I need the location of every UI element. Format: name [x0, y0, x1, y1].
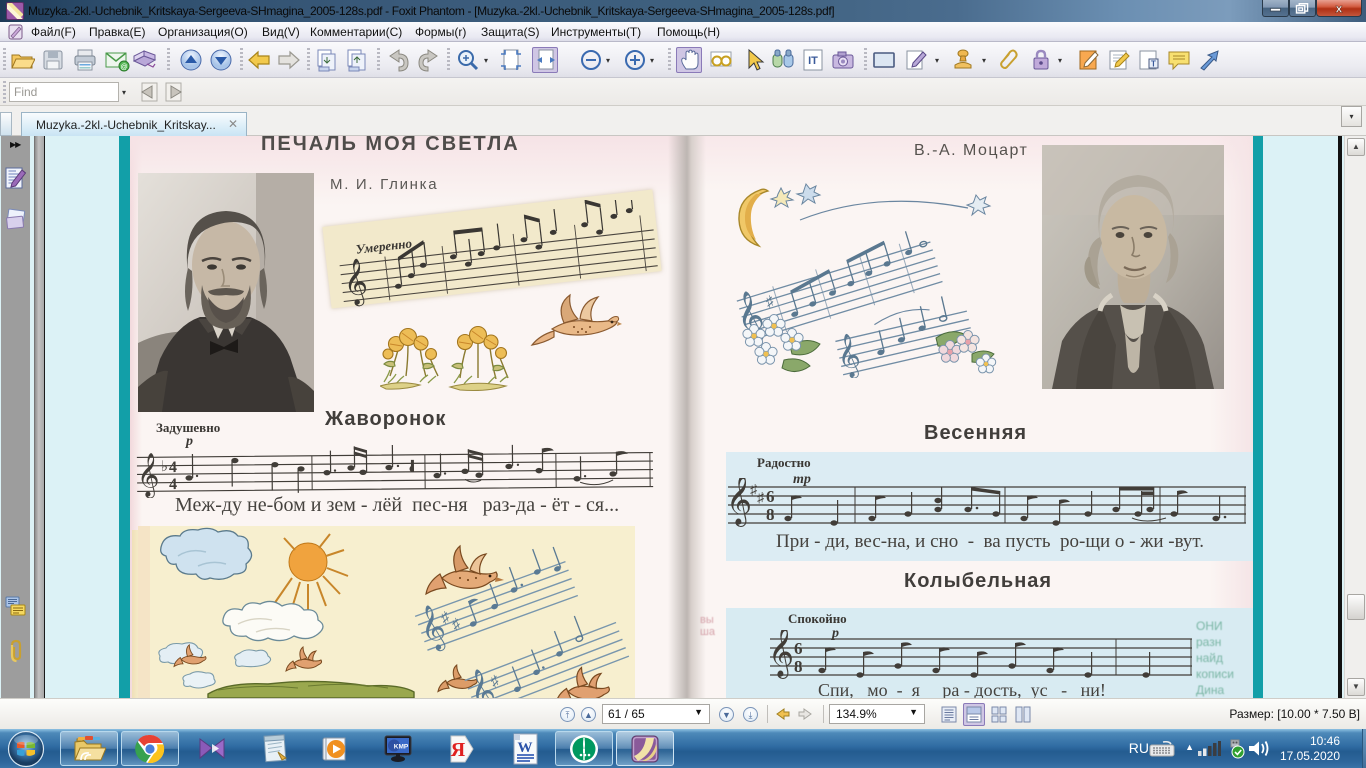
- svg-text:mp: mp: [377, 305, 394, 310]
- svg-text:x: x: [1336, 1, 1343, 15]
- svg-text:T: T: [1151, 60, 1156, 69]
- svg-text:Я: Я: [451, 739, 466, 761]
- svg-text:IT: IT: [808, 55, 818, 67]
- svg-text:4: 4: [169, 476, 177, 493]
- svg-text:8: 8: [794, 657, 803, 676]
- svg-text:KMP: KMP: [394, 744, 409, 751]
- svg-text:𝄞: 𝄞: [137, 453, 160, 498]
- svg-text:𝄞: 𝄞: [768, 630, 794, 679]
- svg-text:@: @: [120, 64, 127, 71]
- svg-text:𝄞: 𝄞: [341, 258, 370, 308]
- svg-text:8: 8: [766, 505, 775, 524]
- svg-text:W: W: [518, 740, 533, 756]
- svg-text:𝄞: 𝄞: [726, 478, 752, 527]
- svg-text:6: 6: [766, 487, 775, 506]
- svg-text:♯: ♯: [764, 293, 776, 311]
- svg-text:6: 6: [794, 639, 803, 658]
- svg-text:♯: ♯: [757, 491, 765, 506]
- svg-text:4: 4: [169, 459, 177, 476]
- svg-text:♭: ♭: [161, 459, 168, 475]
